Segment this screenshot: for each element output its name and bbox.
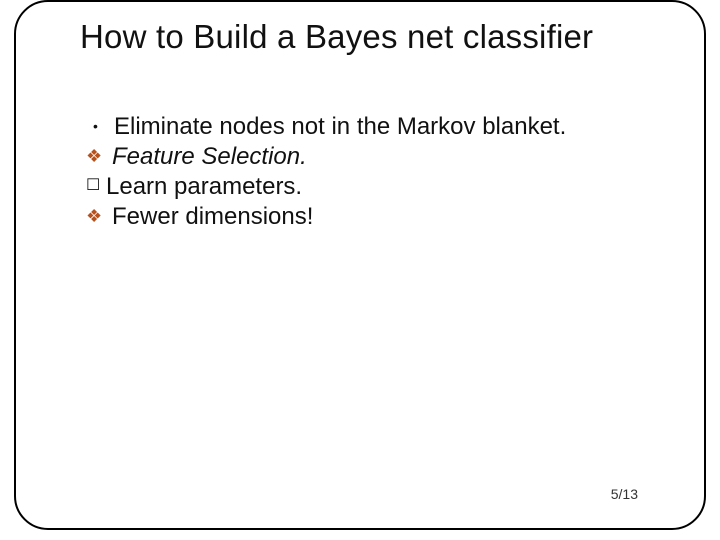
bullet-text: Eliminate nodes not in the Markov blanke…: [114, 112, 688, 142]
diamond-bullet-icon: ❖: [86, 142, 112, 171]
bullet-item: ❖ Fewer dimensions!: [86, 202, 688, 232]
bullet-text: Feature Selection.: [112, 142, 688, 172]
bullet-item: Eliminate nodes not in the Markov blanke…: [88, 112, 688, 142]
bullet-item: ❖ Feature Selection.: [86, 142, 688, 172]
dot-bullet-icon: [88, 112, 114, 142]
diamond-bullet-icon: ❖: [86, 202, 112, 231]
slide-frame: How to Build a Bayes net classifier Elim…: [14, 0, 706, 530]
bullet-text: Fewer dimensions!: [112, 202, 688, 232]
page-number: 5/13: [611, 486, 638, 502]
bullet-text: Learn parameters.: [106, 172, 688, 202]
slide-title: How to Build a Bayes net classifier: [80, 18, 660, 56]
slide-body: Eliminate nodes not in the Markov blanke…: [88, 112, 688, 232]
bullet-item: ☐ Learn parameters.: [86, 172, 688, 202]
